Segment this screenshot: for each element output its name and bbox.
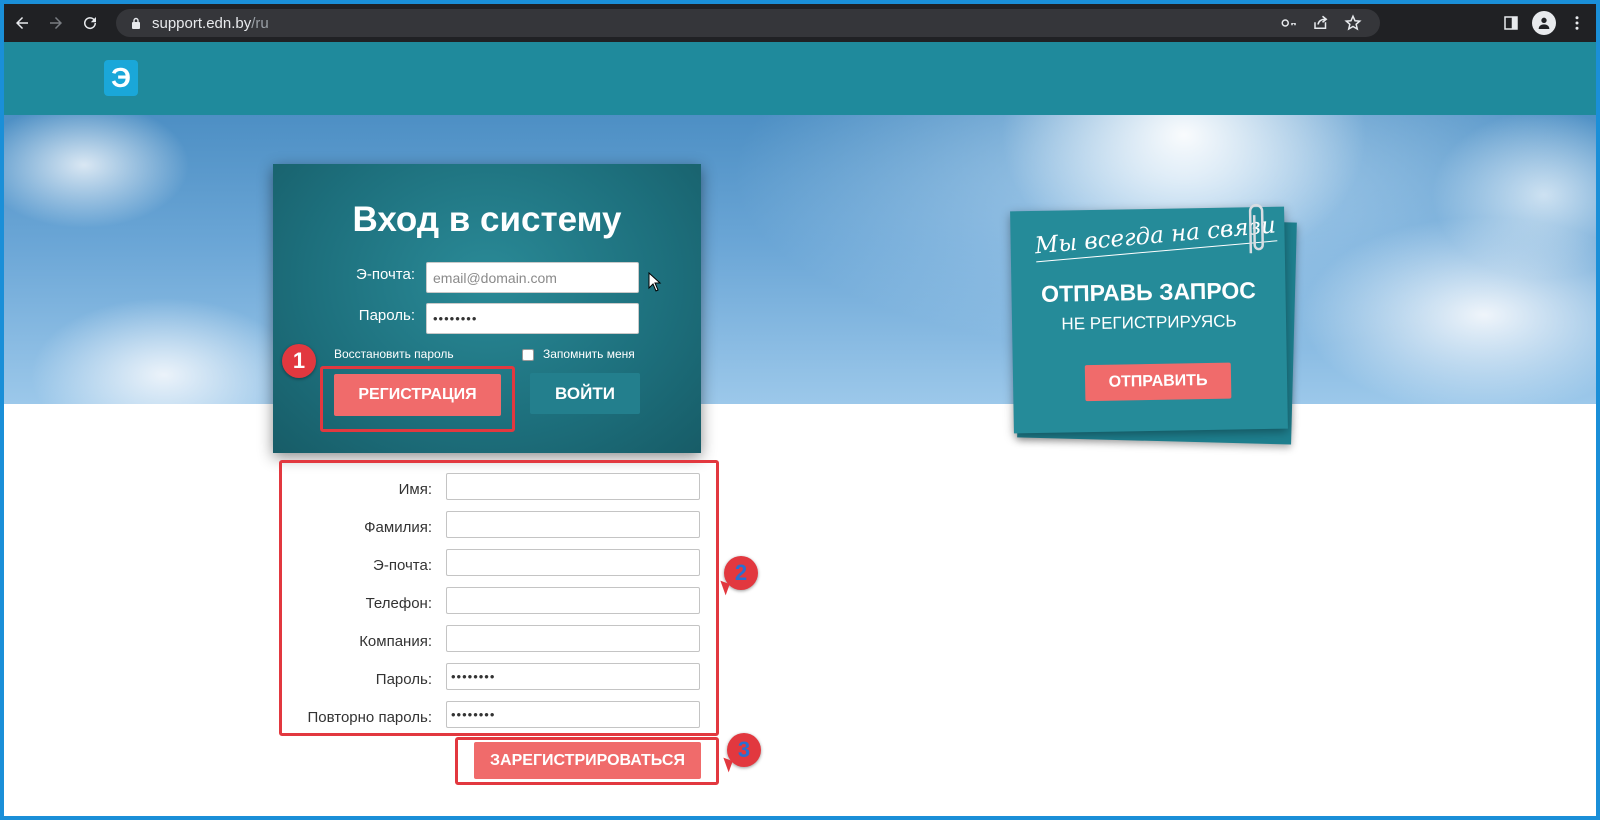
arrow-right-icon <box>50 17 62 29</box>
lock-icon <box>132 17 140 29</box>
highlight-registration-form <box>279 460 719 736</box>
contact-note-card: Мы всегда на связи ОТПРАВЬ ЗАПРОС НЕ РЕГ… <box>1010 203 1297 445</box>
login-password-input[interactable]: •••••••• <box>426 303 639 334</box>
annotation-badge-2: 2 <box>724 556 758 590</box>
person-icon <box>1538 17 1550 29</box>
annotation-badge-1: 1 <box>282 344 316 378</box>
site-header: Э <box>4 42 1596 115</box>
browser-actions <box>1502 7 1586 39</box>
url-path: /ru <box>251 14 269 32</box>
send-request-button[interactable]: ОТПРАВИТЬ <box>1084 362 1232 402</box>
note-title: ОТПРАВЬ ЗАПРОС <box>1040 277 1257 307</box>
logo-letter: Э <box>111 62 131 93</box>
site-logo[interactable]: Э <box>104 60 138 96</box>
remember-me-label: Запомнить меня <box>543 347 635 361</box>
star-icon[interactable] <box>1344 14 1362 32</box>
highlight-submit-button <box>455 737 719 785</box>
profile-avatar[interactable] <box>1532 11 1556 35</box>
note-front-sheet: Мы всегда на связи ОТПРАВЬ ЗАПРОС НЕ РЕГ… <box>1010 203 1288 434</box>
remember-me-checkbox[interactable] <box>522 349 534 361</box>
restore-password-link[interactable]: Восстановить пароль <box>334 347 454 361</box>
more-vert-icon[interactable] <box>1568 14 1586 32</box>
note-handwritten-text: Мы всегда на связи <box>1033 212 1278 263</box>
hero-sky-background <box>4 115 1596 404</box>
side-panel-icon[interactable] <box>1502 14 1520 32</box>
highlight-register-button <box>320 366 515 432</box>
browser-toolbar: support.edn.by/ru <box>4 4 1596 42</box>
note-subtitle: НЕ РЕГИСТРИРУЯСЬ <box>1061 311 1237 334</box>
share-icon[interactable] <box>1312 14 1330 32</box>
key-icon[interactable] <box>1280 14 1298 32</box>
login-email-input[interactable] <box>426 262 639 293</box>
reload-icon <box>84 17 97 30</box>
password-label: Пароль: <box>358 307 415 324</box>
annotation-badge-3: 3 <box>727 733 761 767</box>
back-button[interactable] <box>6 7 38 39</box>
reload-button[interactable] <box>74 7 106 39</box>
login-title: Вход в систему <box>352 200 622 239</box>
paperclip-icon <box>1248 203 1264 254</box>
forward-button[interactable] <box>40 7 72 39</box>
omnibox-actions <box>1280 9 1362 37</box>
arrow-left-icon <box>16 17 28 29</box>
login-button[interactable]: ВОЙТИ <box>530 373 640 414</box>
url-host: support.edn.by <box>152 14 252 32</box>
mouse-cursor-icon <box>648 272 662 292</box>
email-label: Э-почта: <box>356 266 415 283</box>
screenshot-frame: support.edn.by/ru Э Вход в систему Э-поч… <box>4 4 1596 816</box>
address-bar[interactable]: support.edn.by/ru <box>116 9 1380 37</box>
